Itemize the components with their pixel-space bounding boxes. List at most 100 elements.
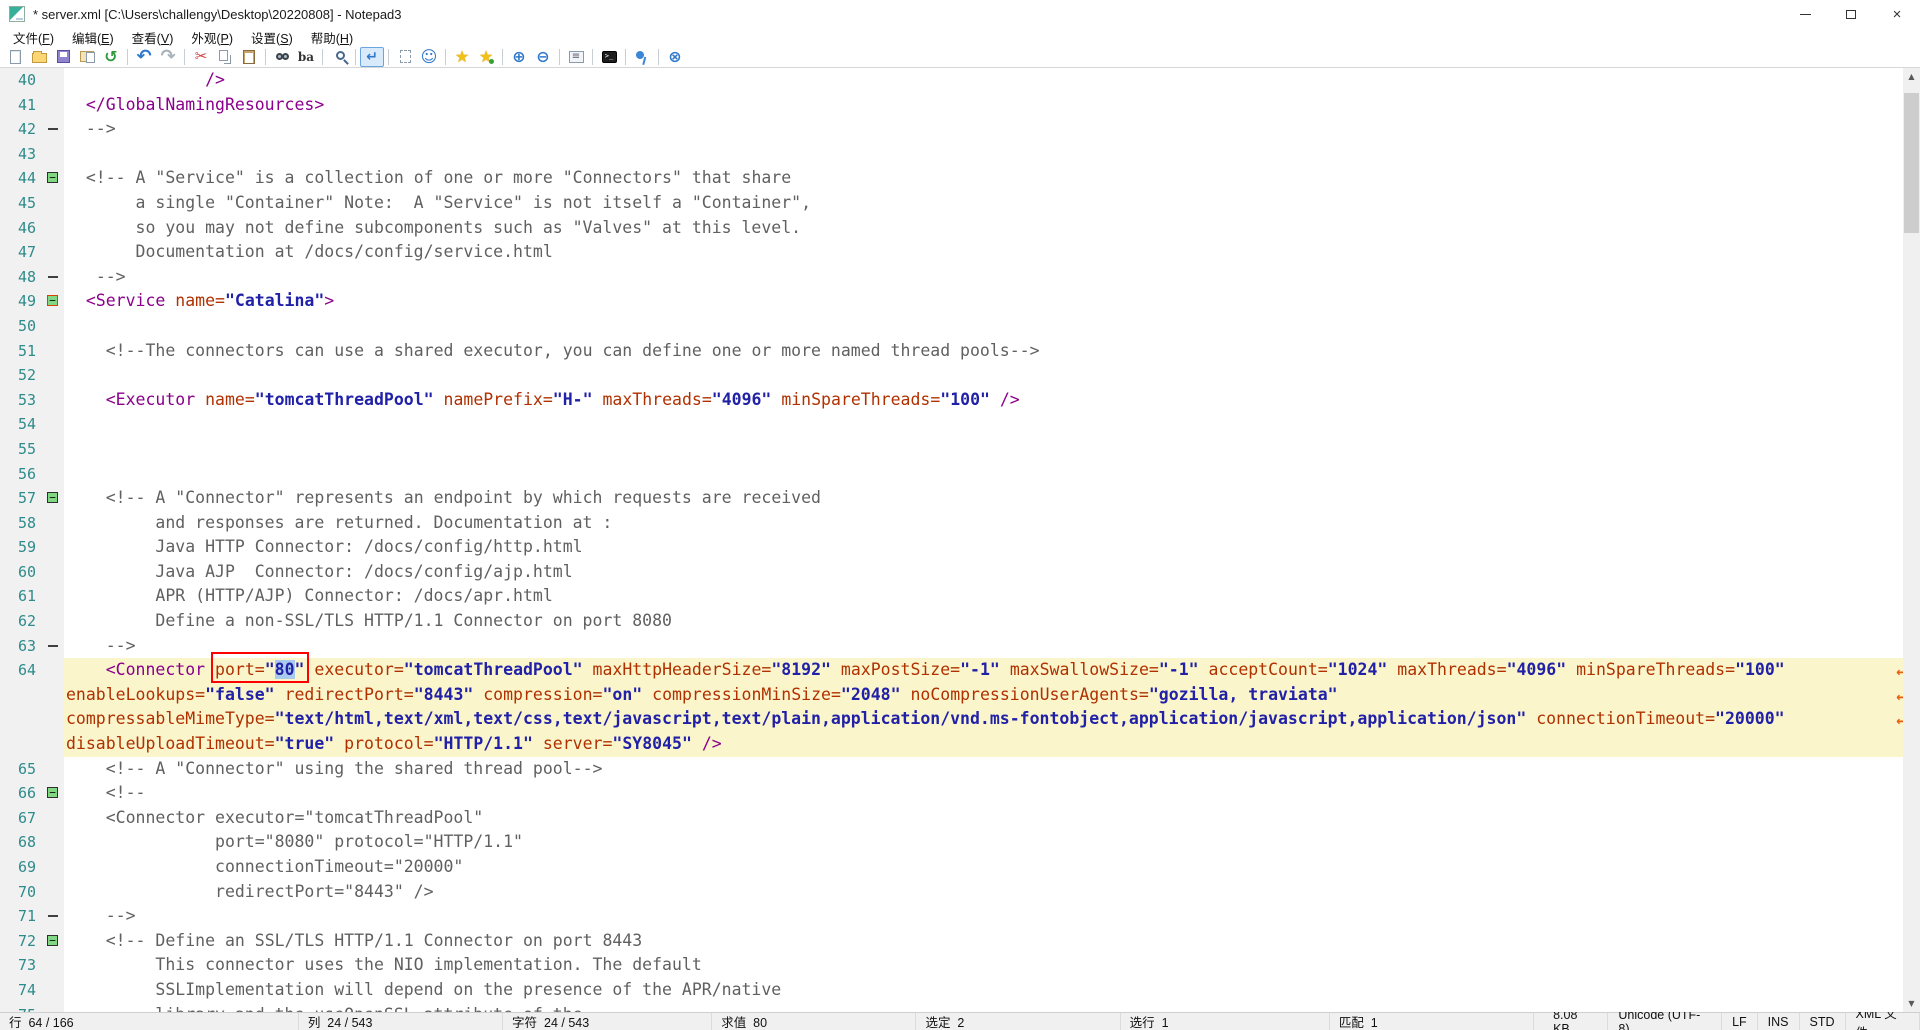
fold-margin: − xyxy=(44,289,64,314)
fold-marker[interactable]: − xyxy=(47,787,58,798)
code-text[interactable]: APR (HTTP/AJP) Connector: /docs/apr.html xyxy=(64,584,1920,609)
replace-icon[interactable]: ba xyxy=(294,47,318,67)
undo-icon[interactable]: ↶ xyxy=(132,47,156,67)
code-text[interactable]: --> xyxy=(64,634,1920,659)
add-favorite-icon[interactable]: ★ xyxy=(474,47,498,67)
menu-item-view[interactable]: 查看(V) xyxy=(123,27,183,48)
code-text[interactable]: disableUploadTimeout="true" protocol="HT… xyxy=(64,732,1920,757)
status-file-type[interactable]: XML 文件 xyxy=(1846,1013,1920,1030)
menu-item-settings[interactable]: 设置(S) xyxy=(242,27,302,48)
scrollbar-thumb[interactable] xyxy=(1904,93,1919,233)
code-text[interactable]: Define a non-SSL/TLS HTTP/1.1 Connector … xyxy=(64,609,1920,634)
code-text[interactable] xyxy=(64,363,1920,388)
code-text[interactable]: enableLookups="false" redirectPort="8443… xyxy=(64,683,1920,708)
code-text[interactable]: library and the useOpenSSL attribute of … xyxy=(64,1003,1920,1012)
code-row: 66− <!-- xyxy=(0,781,1920,806)
code-text[interactable]: This connector uses the NIO implementati… xyxy=(64,953,1920,978)
code-text[interactable] xyxy=(64,412,1920,437)
fold-margin xyxy=(44,732,64,757)
fold-marker[interactable]: − xyxy=(47,295,58,306)
encoding-icon[interactable]: ☺ xyxy=(417,47,441,67)
redo-icon[interactable]: ↷ xyxy=(156,47,180,67)
code-text[interactable]: compressableMimeType="text/html,text/xml… xyxy=(64,707,1920,732)
code-editor[interactable]: 40 />41 </GlobalNamingResources>42 -->43… xyxy=(0,68,1920,1012)
code-text[interactable]: port="8080" protocol="HTTP/1.1" xyxy=(64,830,1920,855)
recent-files-icon[interactable]: ↺ xyxy=(99,47,123,67)
status-std-mode[interactable]: STD xyxy=(1800,1013,1846,1030)
scroll-down-button[interactable]: ▼ xyxy=(1903,995,1920,1012)
code-text[interactable]: SSLImplementation will depend on the pre… xyxy=(64,978,1920,1003)
scroll-up-button[interactable]: ▲ xyxy=(1903,68,1920,85)
code-text[interactable]: and responses are returned. Documentatio… xyxy=(64,511,1920,536)
new-file-icon[interactable] xyxy=(3,47,27,67)
open-file-icon[interactable] xyxy=(27,47,51,67)
code-text[interactable]: <Connector port="80" executor="tomcatThr… xyxy=(64,658,1920,683)
code-segment xyxy=(434,390,444,409)
code-text[interactable]: <Service name="Catalina"> xyxy=(64,289,1920,314)
code-text[interactable]: a single "Container" Note: A "Service" i… xyxy=(64,191,1920,216)
find-icon[interactable] xyxy=(270,47,294,67)
word-wrap-icon[interactable]: ↵ xyxy=(360,47,384,67)
save-file-icon[interactable] xyxy=(51,47,75,67)
minimize-button[interactable] xyxy=(1782,0,1828,28)
code-text[interactable]: <!--The connectors can use a shared exec… xyxy=(64,339,1920,364)
line-number: 49 xyxy=(0,289,44,314)
zoom-view-icon[interactable] xyxy=(327,47,351,67)
code-text[interactable] xyxy=(64,142,1920,167)
menu-item-appearance[interactable]: 外观(P) xyxy=(182,27,242,48)
code-text[interactable]: <!-- A "Connector" represents an endpoin… xyxy=(64,486,1920,511)
zoom-in-icon[interactable]: ⊕ xyxy=(507,47,531,67)
code-text[interactable]: --> xyxy=(64,265,1920,290)
code-text[interactable] xyxy=(64,314,1920,339)
console-icon[interactable]: >_ xyxy=(597,47,621,67)
code-text[interactable]: Java HTTP Connector: /docs/config/http.h… xyxy=(64,535,1920,560)
code-text[interactable]: <!-- A "Connector" using the shared thre… xyxy=(64,757,1920,782)
code-text[interactable]: so you may not define subcomponents such… xyxy=(64,216,1920,241)
code-text[interactable]: <!-- A "Service" is a collection of one … xyxy=(64,166,1920,191)
code-row: 73 This connector uses the NIO implement… xyxy=(0,953,1920,978)
copy-range-icon[interactable] xyxy=(393,47,417,67)
menu-item-help[interactable]: 帮助(H) xyxy=(302,27,362,48)
status-insert-mode[interactable]: INS xyxy=(1758,1013,1800,1030)
menu-item-edit[interactable]: 编辑(E) xyxy=(63,27,123,48)
paste-icon[interactable] xyxy=(237,47,261,67)
code-segment: "100" xyxy=(940,390,990,409)
code-text[interactable]: --> xyxy=(64,904,1920,929)
code-text[interactable] xyxy=(64,437,1920,462)
fold-marker[interactable]: − xyxy=(47,172,58,183)
status-encoding[interactable]: Unicode (UTF-8) xyxy=(1608,1013,1722,1030)
favorites-icon[interactable]: ★ xyxy=(450,47,474,67)
code-text[interactable]: Documentation at /docs/config/service.ht… xyxy=(64,240,1920,265)
code-text[interactable]: redirectPort="8443" /> xyxy=(64,880,1920,905)
code-text[interactable]: /> xyxy=(64,68,1920,93)
code-text[interactable]: </GlobalNamingResources> xyxy=(64,93,1920,118)
code-text[interactable]: <Executor name="tomcatThreadPool" namePr… xyxy=(64,388,1920,413)
fold-margin xyxy=(44,265,64,290)
scheme-config-icon[interactable]: ≡ xyxy=(564,47,588,67)
fold-margin: − xyxy=(44,781,64,806)
cut-icon[interactable]: ✂ xyxy=(189,47,213,67)
fold-margin xyxy=(44,437,64,462)
code-text[interactable]: <!-- xyxy=(64,781,1920,806)
menu-item-file[interactable]: 文件(F) xyxy=(4,27,63,48)
code-text[interactable]: --> xyxy=(64,117,1920,142)
code-text[interactable]: <!-- Define an SSL/TLS HTTP/1.1 Connecto… xyxy=(64,929,1920,954)
fold-marker[interactable]: − xyxy=(47,492,58,503)
copy-icon[interactable] xyxy=(213,47,237,67)
code-segment: <Service xyxy=(86,291,175,310)
status-eol-mode[interactable]: LF xyxy=(1722,1013,1758,1030)
code-text[interactable]: Java AJP Connector: /docs/config/ajp.htm… xyxy=(64,560,1920,585)
save-as-icon[interactable] xyxy=(75,47,99,67)
code-text[interactable] xyxy=(64,462,1920,487)
fold-marker[interactable]: − xyxy=(47,935,58,946)
exit-icon[interactable]: ⊗ xyxy=(663,47,687,67)
status-file-size[interactable]: 8.08 KB xyxy=(1543,1013,1608,1030)
code-segment: Java AJP Connector: /docs/config/ajp.htm… xyxy=(66,562,573,581)
pin-icon[interactable] xyxy=(630,47,654,67)
code-text[interactable]: <Connector executor="tomcatThreadPool" xyxy=(64,806,1920,831)
maximize-button[interactable] xyxy=(1828,0,1874,28)
zoom-out-icon[interactable]: ⊖ xyxy=(531,47,555,67)
close-button[interactable]: × xyxy=(1874,0,1920,28)
vertical-scrollbar[interactable]: ▲ ▼ xyxy=(1903,68,1920,1012)
code-text[interactable]: connectionTimeout="20000" xyxy=(64,855,1920,880)
